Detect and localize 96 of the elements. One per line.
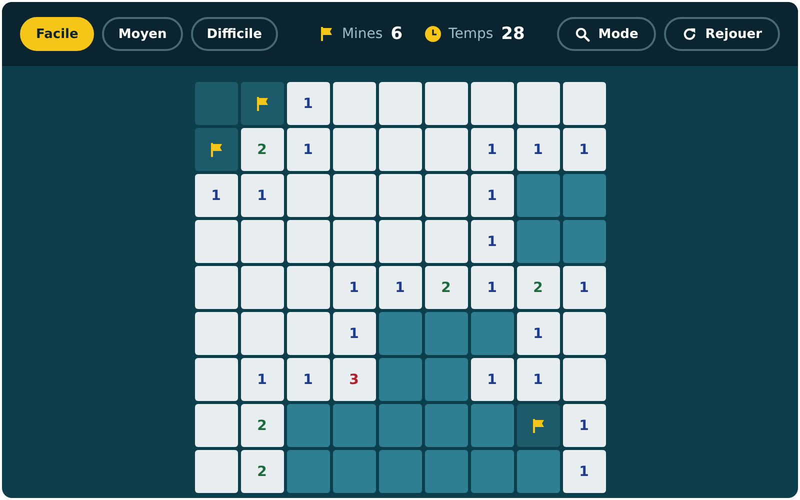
revealed-cell[interactable] (562, 358, 606, 401)
revealed-cell[interactable] (194, 404, 238, 447)
replay-button[interactable]: Rejouer (664, 17, 780, 51)
revealed-cell[interactable] (562, 312, 606, 355)
covered-cell[interactable] (424, 358, 468, 401)
revealed-cell[interactable] (378, 82, 422, 125)
flagged-cell[interactable] (516, 404, 560, 447)
covered-cell[interactable] (378, 450, 422, 493)
revealed-cell[interactable]: 1 (562, 266, 606, 309)
covered-cell[interactable] (470, 312, 514, 355)
covered-cell[interactable] (378, 312, 422, 355)
revealed-cell[interactable]: 1 (378, 266, 422, 309)
revealed-cell[interactable]: 1 (194, 174, 238, 217)
revealed-cell[interactable] (378, 220, 422, 263)
covered-cell[interactable] (562, 220, 606, 263)
revealed-cell[interactable]: 2 (240, 404, 284, 447)
revealed-cell[interactable]: 1 (470, 220, 514, 263)
revealed-cell[interactable]: 1 (286, 358, 330, 401)
covered-cell[interactable] (516, 450, 560, 493)
revealed-cell[interactable]: 1 (562, 404, 606, 447)
covered-cell[interactable] (516, 174, 560, 217)
covered-cell[interactable] (470, 404, 514, 447)
difficulty-tab[interactable]: Difficile (190, 17, 278, 51)
revealed-cell[interactable]: 2 (424, 266, 468, 309)
revealed-cell[interactable] (424, 220, 468, 263)
covered-cell[interactable] (332, 450, 376, 493)
search-icon (575, 26, 590, 42)
revealed-cell[interactable] (194, 358, 238, 401)
covered-cell[interactable] (378, 358, 422, 401)
covered-cell[interactable] (424, 404, 468, 447)
revealed-cell[interactable]: 2 (240, 128, 284, 171)
revealed-cell[interactable] (424, 174, 468, 217)
covered-cell[interactable] (424, 450, 468, 493)
flagged-cell[interactable] (240, 82, 284, 125)
flagged-cell[interactable] (194, 128, 238, 171)
revealed-cell[interactable] (286, 312, 330, 355)
revealed-cell[interactable]: 1 (562, 450, 606, 493)
revealed-cell[interactable]: 1 (470, 128, 514, 171)
stat-label: Mines (342, 26, 383, 42)
revealed-cell[interactable] (286, 266, 330, 309)
stat-value: 6 (390, 24, 403, 44)
covered-cell[interactable] (378, 404, 422, 447)
revealed-cell[interactable]: 1 (562, 128, 606, 171)
revealed-cell[interactable]: 1 (240, 358, 284, 401)
revealed-cell[interactable] (240, 312, 284, 355)
revealed-cell[interactable] (562, 82, 606, 125)
revealed-cell[interactable]: 1 (286, 128, 330, 171)
covered-cell[interactable] (562, 174, 606, 217)
revealed-cell[interactable]: 2 (516, 266, 560, 309)
revealed-cell[interactable] (286, 174, 330, 217)
revealed-cell[interactable] (378, 128, 422, 171)
revealed-cell[interactable]: 1 (516, 128, 560, 171)
covered-cell[interactable] (286, 404, 330, 447)
revealed-cell[interactable] (194, 266, 238, 309)
covered-cell[interactable] (470, 450, 514, 493)
clock-icon (424, 26, 441, 42)
difficulty-tab[interactable]: Moyen (102, 17, 183, 51)
revealed-cell[interactable] (378, 174, 422, 217)
stat-value: 28 (501, 24, 525, 44)
stat-label: Temps (448, 26, 494, 42)
revealed-cell[interactable] (194, 450, 238, 493)
revealed-cell[interactable] (194, 220, 238, 263)
revealed-cell[interactable] (332, 220, 376, 263)
covered-cell[interactable] (516, 220, 560, 263)
revealed-cell[interactable]: 1 (470, 174, 514, 217)
revealed-cell[interactable]: 1 (470, 266, 514, 309)
revealed-cell[interactable] (240, 220, 284, 263)
revealed-cell[interactable] (194, 312, 238, 355)
revealed-cell[interactable] (332, 128, 376, 171)
revealed-cell[interactable]: 1 (516, 358, 560, 401)
revealed-cell[interactable] (286, 220, 330, 263)
flag-icon (254, 96, 270, 112)
refresh-icon (682, 26, 698, 42)
revealed-cell[interactable]: 2 (240, 450, 284, 493)
difficulty-tab[interactable]: Facile (20, 17, 94, 51)
covered-cell[interactable] (424, 312, 468, 355)
revealed-cell[interactable] (470, 82, 514, 125)
flag-icon (530, 418, 546, 434)
revealed-cell[interactable] (424, 128, 468, 171)
covered-cell[interactable] (194, 82, 238, 125)
revealed-cell[interactable] (332, 82, 376, 125)
revealed-cell[interactable]: 1 (470, 358, 514, 401)
covered-cell[interactable] (332, 404, 376, 447)
revealed-cell[interactable] (424, 82, 468, 125)
revealed-cell[interactable] (516, 82, 560, 125)
revealed-cell[interactable]: 1 (516, 312, 560, 355)
revealed-cell[interactable]: 1 (332, 266, 376, 309)
revealed-cell[interactable]: 3 (332, 358, 376, 401)
covered-cell[interactable] (286, 450, 330, 493)
revealed-cell[interactable] (332, 174, 376, 217)
revealed-cell[interactable]: 1 (240, 174, 284, 217)
revealed-cell[interactable]: 1 (332, 312, 376, 355)
revealed-cell[interactable]: 1 (286, 82, 330, 125)
flag-icon (208, 142, 224, 158)
mode-button[interactable]: Mode (557, 17, 656, 51)
revealed-cell[interactable] (240, 266, 284, 309)
